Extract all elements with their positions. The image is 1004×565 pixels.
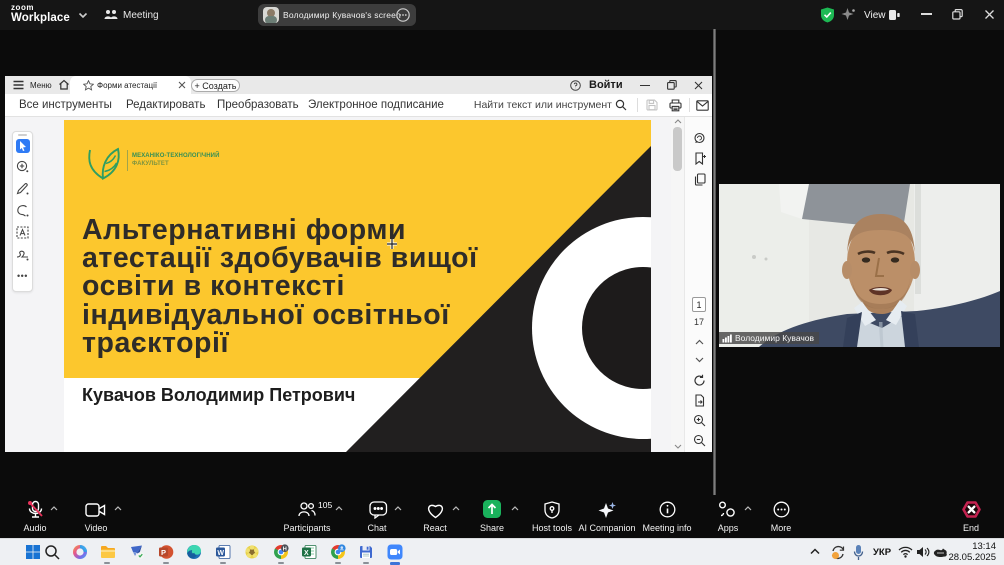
svg-text:H: H	[283, 546, 287, 552]
svg-text:W: W	[217, 549, 224, 556]
svg-text:P: P	[161, 548, 166, 557]
svg-text:X: X	[304, 549, 309, 556]
